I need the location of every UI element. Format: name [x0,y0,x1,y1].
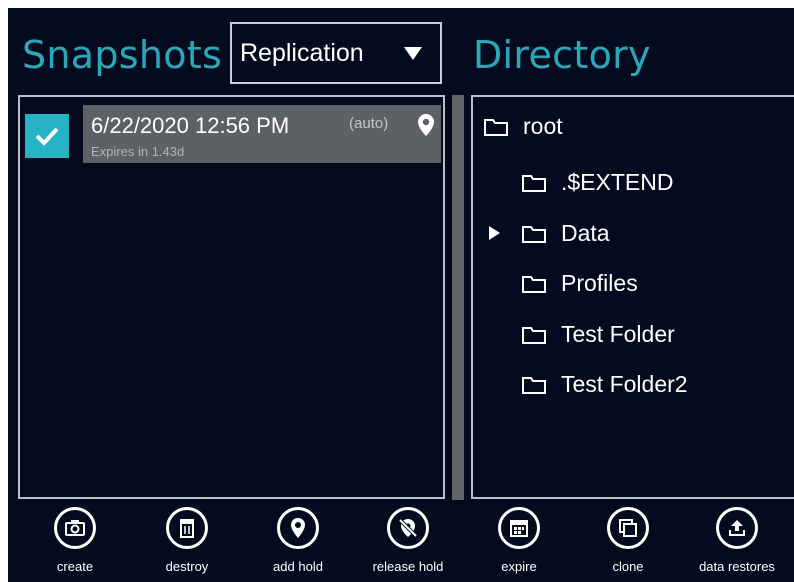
snapshot-date: 6/22/2020 12:56 PM [91,113,290,138]
expand-arrow-icon[interactable] [489,226,500,240]
folder-icon [521,274,547,294]
snapshot-card[interactable]: 6/22/2020 12:56 PM Expires in 1.43d (aut… [83,105,441,163]
add-hold-button[interactable]: add hold [248,503,348,582]
snapshot-checkbox[interactable] [25,114,69,158]
directory-tree[interactable]: root .$EXTEND Data Profiles Test Folder … [471,95,794,499]
snapshots-title: Snapshots [22,33,223,77]
tree-item-extend[interactable]: .$EXTEND [521,169,673,196]
clone-icon [607,507,649,549]
tree-item-data[interactable]: Data [521,220,610,247]
expire-button[interactable]: expire [469,503,569,582]
data-restores-button[interactable]: data restores [687,503,787,582]
tree-item-label: Data [561,220,610,246]
location-pin-icon [277,507,319,549]
folder-icon [521,173,547,193]
snapshot-type-dropdown[interactable]: Replication [230,22,442,84]
folder-icon [521,224,547,244]
calendar-icon [498,507,540,549]
folder-icon [521,325,547,345]
upload-icon [716,507,758,549]
expire-label: expire [501,559,537,574]
snapshot-row[interactable]: 6/22/2020 12:56 PM Expires in 1.43d (aut… [20,97,443,167]
clone-label: clone [612,559,644,574]
folder-icon [521,375,547,395]
pane-splitter[interactable] [452,95,464,500]
data-restores-label: data restores [699,559,775,574]
folder-icon [483,117,509,137]
create-label: create [56,559,94,574]
camera-icon [54,507,96,549]
snapshot-auto-tag: (auto) [349,115,389,132]
directory-title: Directory [473,33,651,77]
chevron-down-icon[interactable] [404,47,422,60]
tree-item-root[interactable]: root [483,113,563,140]
release-hold-label: release hold [372,559,444,574]
snapshot-expiry: Expires in 1.43d [91,144,185,159]
location-pin-icon [417,113,435,141]
add-hold-label: add hold [273,559,323,574]
pin-slash-icon [387,507,429,549]
clone-button[interactable]: clone [578,503,678,582]
destroy-label: destroy [165,559,209,574]
snapshot-manager-window: Snapshots Replication Directory 6/22/202… [8,8,794,582]
dropdown-selected-value: Replication [240,38,364,67]
tree-item-test-folder2[interactable]: Test Folder2 [521,371,688,398]
destroy-button[interactable]: destroy [137,503,237,582]
tree-item-profiles[interactable]: Profiles [521,270,638,297]
create-button[interactable]: create [25,503,125,582]
release-hold-button[interactable]: release hold [358,503,458,582]
tree-item-label: root [523,113,563,139]
checkmark-icon [35,127,59,146]
trash-icon [166,507,208,549]
tree-item-label: Test Folder2 [561,371,688,397]
tree-item-label: .$EXTEND [561,169,674,195]
tree-item-label: Test Folder [561,321,675,347]
tree-item-label: Profiles [561,270,638,296]
tree-item-test-folder[interactable]: Test Folder [521,321,675,348]
snapshots-list[interactable]: 6/22/2020 12:56 PM Expires in 1.43d (aut… [18,95,445,499]
